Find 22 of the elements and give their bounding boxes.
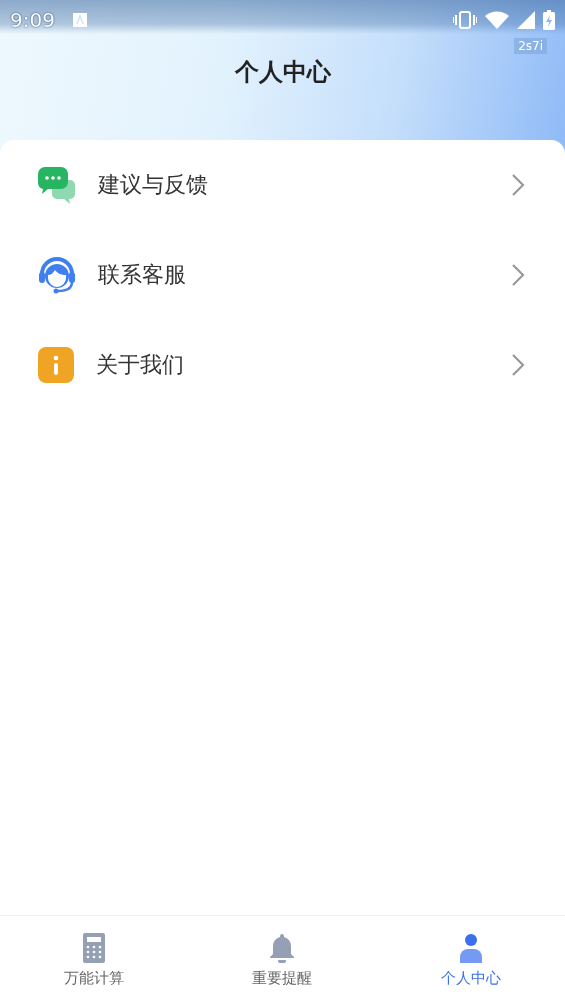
page-title: 个人中心 bbox=[233, 57, 332, 88]
notification-icon bbox=[72, 13, 87, 27]
status-time: 9:09 bbox=[10, 8, 55, 32]
bell-icon bbox=[268, 932, 297, 963]
chevron-right-icon bbox=[511, 263, 525, 287]
vibrate-icon bbox=[453, 11, 477, 29]
chat-bubbles-icon bbox=[38, 166, 76, 204]
menu-item[interactable]: 联系客服 bbox=[0, 230, 565, 320]
headset-person-icon bbox=[38, 256, 76, 294]
tab[interactable]: 重要提醒 bbox=[188, 916, 377, 1004]
debug-badge: 2s7i bbox=[514, 38, 547, 54]
menu-item[interactable]: 建议与反馈 bbox=[0, 140, 565, 230]
battery-icon bbox=[543, 10, 555, 30]
info-icon bbox=[38, 347, 74, 383]
menu-item[interactable]: 关于我们 bbox=[0, 320, 565, 410]
calculator-icon bbox=[83, 932, 106, 963]
chevron-right-icon bbox=[511, 353, 525, 377]
signal-icon bbox=[517, 11, 535, 29]
tab[interactable]: 个人中心 bbox=[376, 916, 565, 1004]
wifi-icon bbox=[485, 11, 509, 29]
tab[interactable]: 万能计算 bbox=[0, 916, 189, 1004]
chevron-right-icon bbox=[511, 173, 525, 197]
